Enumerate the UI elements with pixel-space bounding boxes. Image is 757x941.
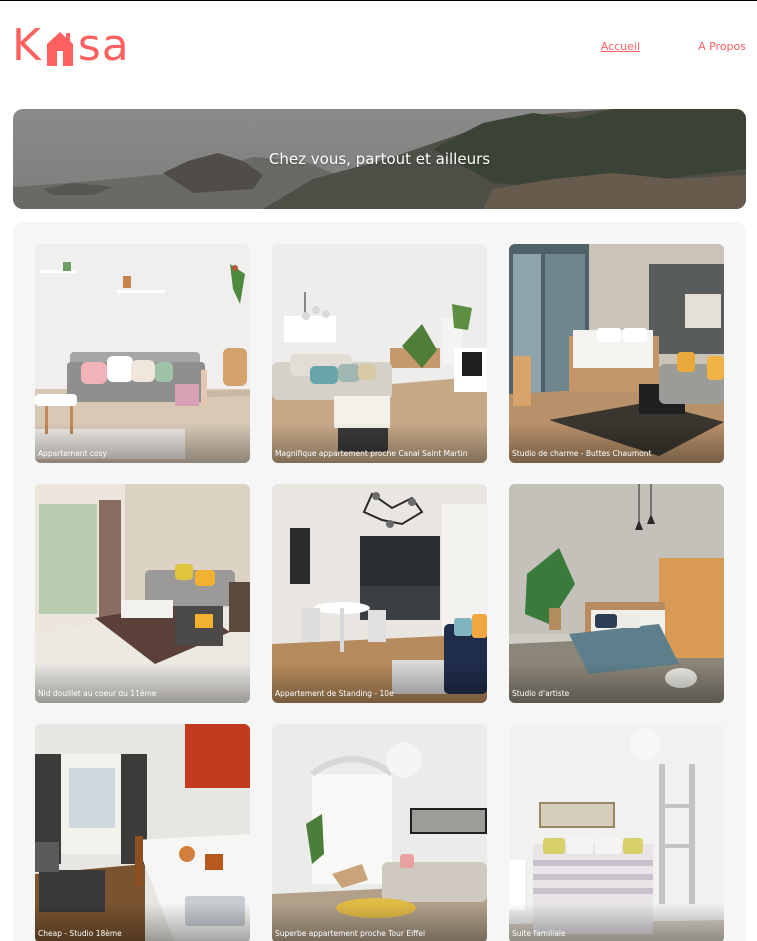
- listing-title: Appartement cosy: [38, 449, 107, 458]
- listing-title: Magnifique appartement proche Canal Sain…: [275, 449, 468, 458]
- listings-gallery: Appartement cosy Magnifique appartement …: [13, 222, 746, 941]
- listing-card[interactable]: Appartement cosy: [35, 244, 250, 463]
- listing-card[interactable]: Studio d'artiste: [509, 484, 724, 703]
- listing-title: Nid douillet au coeur du 11ème: [38, 689, 157, 698]
- listing-card[interactable]: Superbe appartement proche Tour Eiffel: [272, 724, 487, 941]
- listing-card[interactable]: Suite familiale: [509, 724, 724, 941]
- logo[interactable]: K sa: [12, 22, 130, 70]
- house-icon: [46, 32, 73, 66]
- listing-card[interactable]: Nid douillet au coeur du 11ème: [35, 484, 250, 703]
- logo-letters-sa: sa: [77, 20, 130, 71]
- nav-link-a-propos[interactable]: A Propos: [698, 40, 746, 53]
- listing-card[interactable]: Cheap - Studio 18ème: [35, 724, 250, 941]
- listing-title: Studio de charme - Buttes Chaumont: [512, 449, 652, 458]
- main-nav: Accueil A Propos: [601, 40, 746, 53]
- listing-title: Appartement de Standing - 10e: [275, 689, 394, 698]
- listing-title: Cheap - Studio 18ème: [38, 929, 122, 938]
- logo-letter-k: K: [12, 20, 42, 71]
- top-border: [0, 0, 757, 1]
- hero-banner: Chez vous, partout et ailleurs: [13, 109, 746, 209]
- listing-title: Studio d'artiste: [512, 689, 570, 698]
- listing-card[interactable]: Studio de charme - Buttes Chaumont: [509, 244, 724, 463]
- banner-title: Chez vous, partout et ailleurs: [268, 150, 491, 168]
- listing-card[interactable]: Appartement de Standing - 10e: [272, 484, 487, 703]
- listing-title: Suite familiale: [512, 929, 566, 938]
- listing-card[interactable]: Magnifique appartement proche Canal Sain…: [272, 244, 487, 463]
- listing-title: Superbe appartement proche Tour Eiffel: [275, 929, 426, 938]
- nav-link-accueil[interactable]: Accueil: [601, 40, 640, 53]
